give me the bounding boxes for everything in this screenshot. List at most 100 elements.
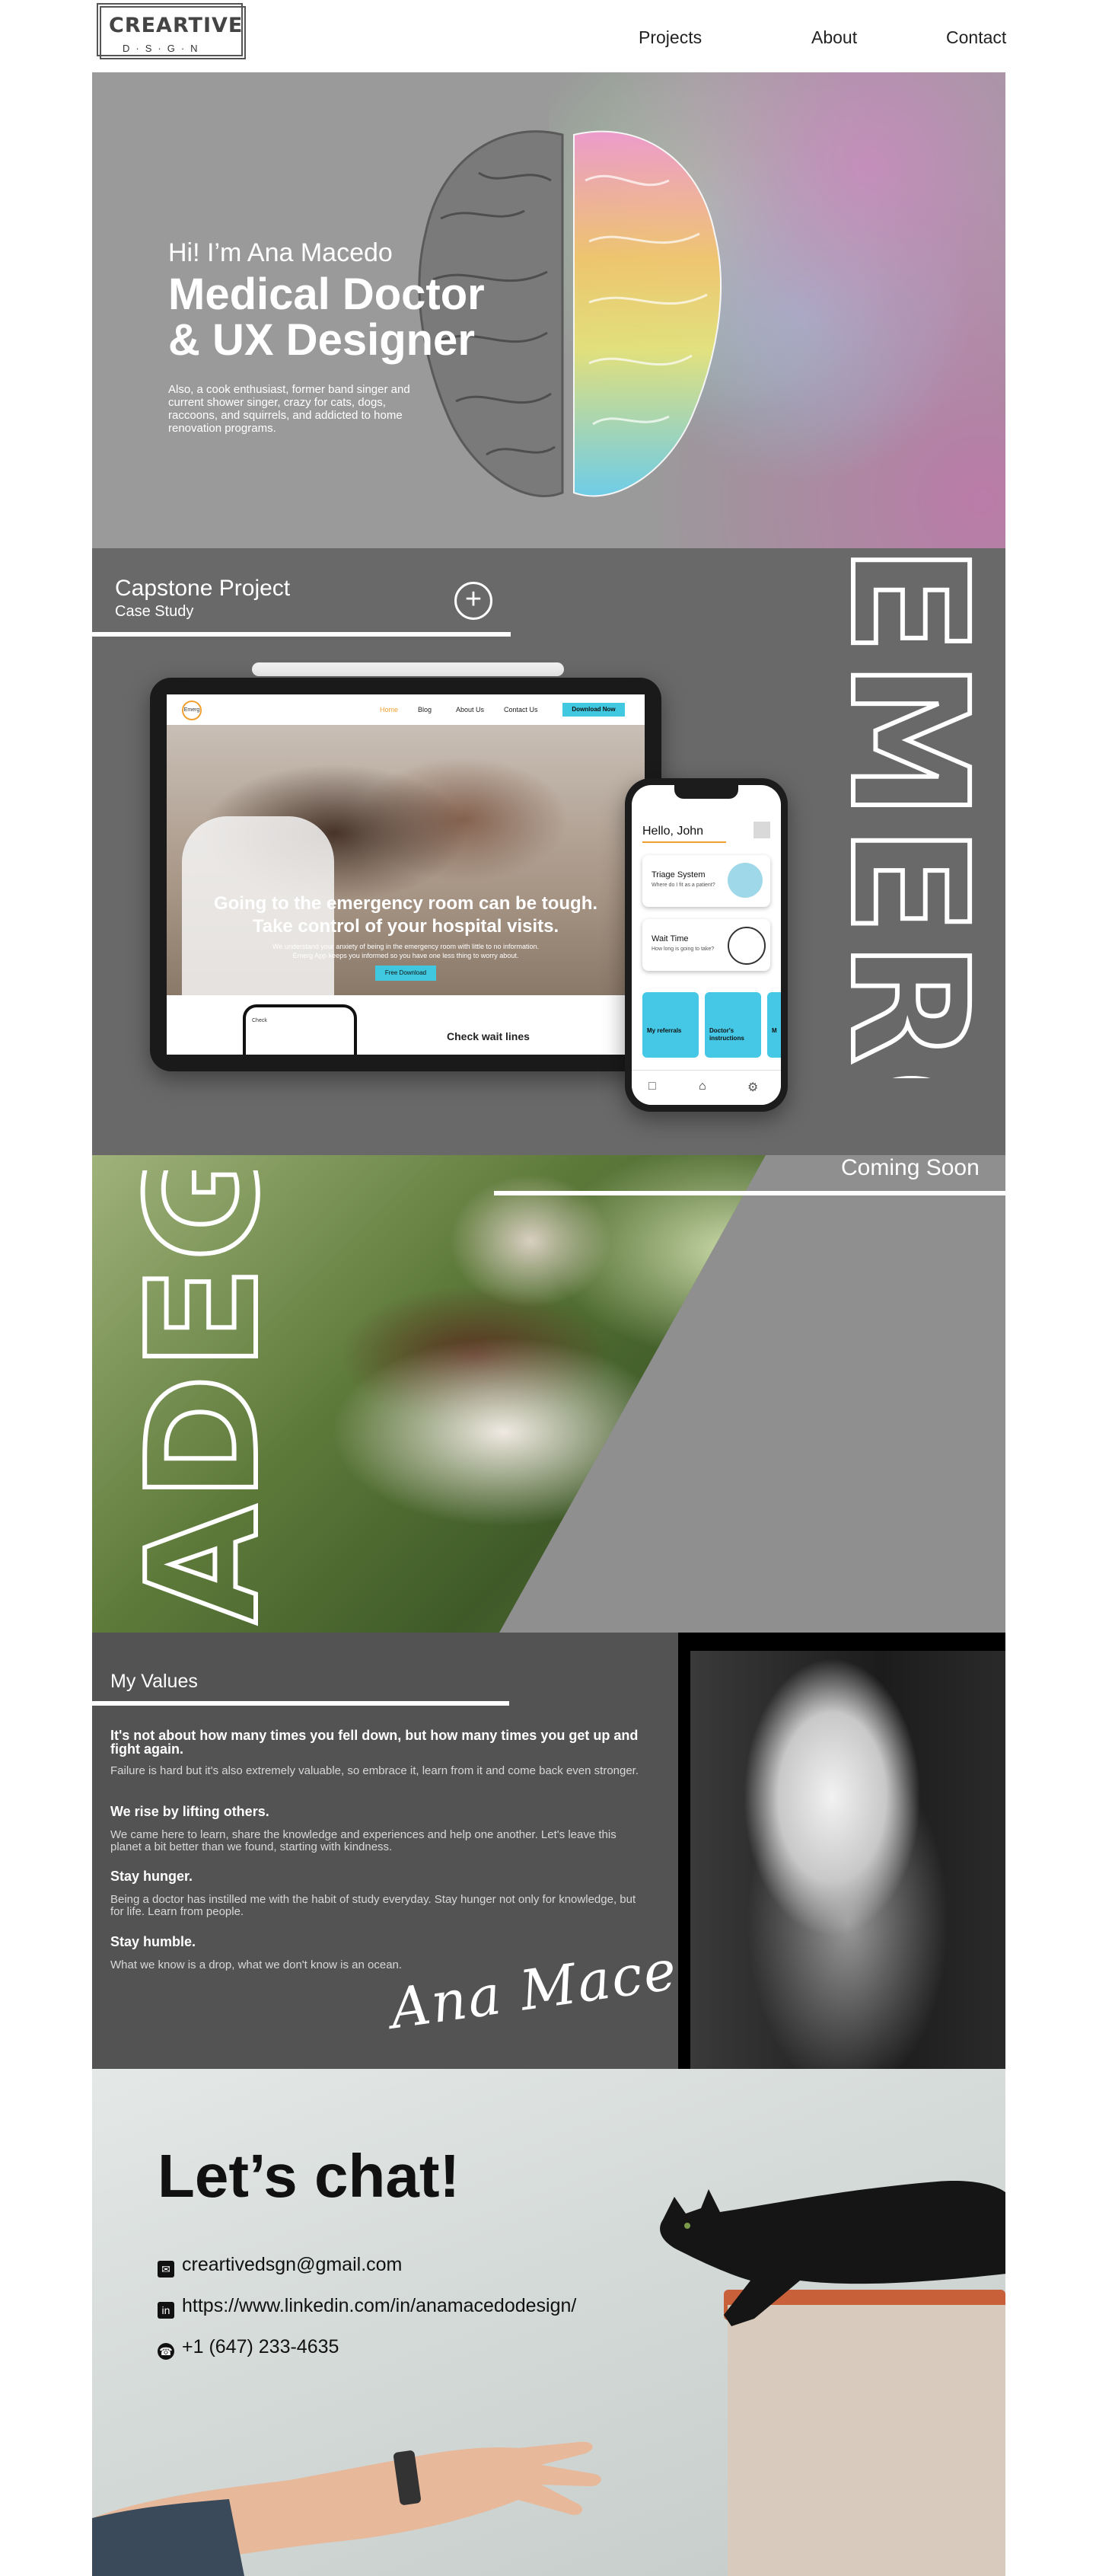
tile-label: Doctor's instructions — [709, 1027, 744, 1042]
email-contact[interactable]: ✉ creartivedsgn@gmail.com — [158, 2254, 402, 2278]
stylus-pencil — [252, 662, 564, 676]
values-section: My Values It's not about how many times … — [92, 1633, 1005, 2069]
nav-link-projects[interactable]: Projects — [639, 27, 702, 48]
capstone-section: Capstone Project Case Study + EMERG Emer… — [92, 548, 1005, 1155]
tablet-body-line1: We understand your anxiety of being in t… — [272, 943, 540, 950]
value-heading: Stay hunger. — [110, 1869, 193, 1884]
tile-more[interactable]: M — [767, 992, 781, 1058]
hero-greeting: Hi! I’m Ana Macedo — [168, 238, 393, 267]
values-title: My Values — [110, 1671, 198, 1692]
triage-system-card[interactable]: Triage System Where do I fit as a patien… — [642, 855, 770, 907]
tablet-headline-line2: Take control of your hospital visits. — [252, 916, 559, 937]
phone-mockup: Hello, John Triage System Where do I fit… — [625, 778, 788, 1112]
value-body: Being a doctor has instilled me with the… — [110, 1893, 636, 1918]
settings-icon[interactable]: ⚙ — [747, 1080, 758, 1095]
envelope-icon: ✉ — [158, 2261, 174, 2278]
wait-time-card[interactable]: Wait Time How long is going to take? — [642, 919, 770, 971]
avatar[interactable] — [754, 822, 770, 838]
phone-greeting-underline — [642, 841, 726, 843]
phone-notch — [674, 785, 738, 799]
triage-illustration-icon — [728, 863, 763, 898]
adega-section: Coming Soon ADEGA — [92, 1155, 1005, 1633]
linkedin-link[interactable]: https://www.linkedin.com/in/anamacedodes… — [182, 2295, 576, 2316]
card-subtitle: How long is going to take? — [652, 946, 715, 952]
linkedin-contact[interactable]: in https://www.linkedin.com/in/anamacedod… — [158, 2295, 576, 2319]
tablet-nav-contact[interactable]: Contact Us — [504, 706, 538, 713]
value-body: Failure is hard but it's also extremely … — [110, 1764, 639, 1777]
tile-label: My referrals — [647, 1027, 682, 1034]
adega-vertical-wordmark: ADEGA — [113, 1170, 267, 1626]
phone-screen: Hello, John Triage System Where do I fit… — [632, 785, 781, 1105]
reaching-hand-illustration — [92, 2441, 601, 2576]
tablet-lower-section: Check Check wait lines — [167, 995, 645, 1055]
adega-vertical-text: ADEGA — [115, 1170, 267, 1623]
phone-link[interactable]: +1 (647) 233-4635 — [182, 2336, 339, 2357]
nav-link-about[interactable]: About — [811, 27, 857, 48]
tile-label: M — [772, 1027, 777, 1034]
doctor-patient-photo: Going to the emergency room can be tough… — [167, 725, 645, 995]
logo-wordmark: CREARTIVE — [109, 14, 244, 37]
smiling-woman-photo — [690, 1651, 1005, 2069]
email-link[interactable]: creartivedsgn@gmail.com — [182, 2254, 402, 2275]
hero-section: Hi! I’m Ana Macedo Medical Doctor & UX D… — [92, 72, 1005, 548]
tablet-body-text: We understand your anxiety of being in t… — [167, 942, 645, 960]
hero-title-line1: Medical Doctor — [168, 270, 485, 319]
card-title: Triage System — [652, 870, 706, 879]
phone-greeting: Hello, John — [642, 825, 704, 838]
check-wait-lines-heading: Check wait lines — [447, 1030, 530, 1042]
value-heading: It's not about how many times you fell d… — [110, 1728, 639, 1757]
chat-title: Let’s chat! — [158, 2142, 460, 2210]
tablet-navbar: Emerg Home Blog About Us Contact Us Down… — [167, 694, 645, 725]
capstone-underline — [92, 632, 511, 637]
logo[interactable]: CREARTIVE D·S·G·N — [97, 3, 246, 59]
hero-description: Also, a cook enthusiast, former band sin… — [168, 383, 410, 435]
top-nav: CREARTIVE D·S·G·N Projects About Contact — [92, 0, 1006, 72]
card-subtitle: Where do I fit as a patient? — [652, 883, 715, 888]
value-heading: We rise by lifting others. — [110, 1804, 269, 1819]
value-body: We came here to learn, share the knowled… — [110, 1828, 616, 1853]
plus-circle-icon[interactable]: + — [454, 582, 492, 620]
value-item: Stay hunger. Being a doctor has instille… — [110, 1869, 646, 1918]
phone-icon: ☎ — [158, 2343, 174, 2360]
emerg-vertical-wordmark: EMERG — [838, 548, 1004, 1078]
coming-soon-label: Coming Soon — [841, 1155, 980, 1180]
mini-phone-label: Check — [252, 1018, 267, 1023]
emerg-vertical-text: EMERG — [838, 548, 1002, 1078]
phone-contact[interactable]: ☎ +1 (647) 233-4635 — [158, 2336, 339, 2360]
mini-phone-mockup: Check — [243, 1004, 357, 1055]
value-heading: Stay humble. — [110, 1934, 196, 1949]
hero-title: Medical Doctor & UX Designer — [168, 272, 564, 363]
contact-section: Let’s chat! ✉ creartivedsgn@gmail.com in h… — [92, 2069, 1005, 2576]
capstone-title: Capstone Project — [115, 576, 291, 601]
tablet-headline-line1: Going to the emergency room can be tough… — [213, 893, 598, 914]
free-download-button[interactable]: Free Download — [375, 966, 436, 981]
values-underline — [92, 1701, 509, 1706]
emerg-logo: Emerg — [182, 701, 202, 720]
capstone-subtitle: Case Study — [115, 603, 194, 620]
linkedin-icon: in — [158, 2302, 174, 2319]
clock-icon — [728, 927, 766, 965]
tablet-screen: Emerg Home Blog About Us Contact Us Down… — [167, 694, 645, 1055]
chat-icon[interactable]: □ — [648, 1080, 656, 1093]
home-icon[interactable]: ⌂ — [699, 1080, 706, 1093]
tablet-nav-home[interactable]: Home — [380, 706, 398, 713]
tablet-headline: Going to the emergency room can be tough… — [167, 892, 645, 938]
logo-subtitle: D·S·G·N — [123, 43, 204, 54]
tile-doctors-instructions[interactable]: Doctor's instructions — [705, 992, 761, 1058]
hero-title-line2: & UX Designer — [168, 315, 475, 365]
tablet-nav-about[interactable]: About Us — [456, 706, 484, 713]
card-title: Wait Time — [652, 934, 689, 943]
portrait-photo — [678, 1633, 1005, 2069]
wall-illustration — [728, 2305, 1005, 2576]
black-cat-illustration — [660, 2181, 1005, 2326]
tablet-mockup: Emerg Home Blog About Us Contact Us Down… — [150, 678, 661, 1071]
tile-my-referrals[interactable]: My referrals — [642, 992, 699, 1058]
coming-soon-underline — [494, 1191, 1005, 1195]
phone-tab-bar: □ ⌂ ⚙ — [632, 1070, 781, 1105]
tablet-nav-blog[interactable]: Blog — [418, 706, 432, 713]
download-now-button[interactable]: Download Now — [562, 703, 625, 717]
tablet-body-line2: Emerg App keeps you informed so you have… — [292, 952, 519, 959]
value-item: It's not about how many times you fell d… — [110, 1729, 646, 1777]
value-item: We rise by lifting others. We came here … — [110, 1805, 646, 1853]
nav-link-contact[interactable]: Contact — [946, 27, 1006, 48]
